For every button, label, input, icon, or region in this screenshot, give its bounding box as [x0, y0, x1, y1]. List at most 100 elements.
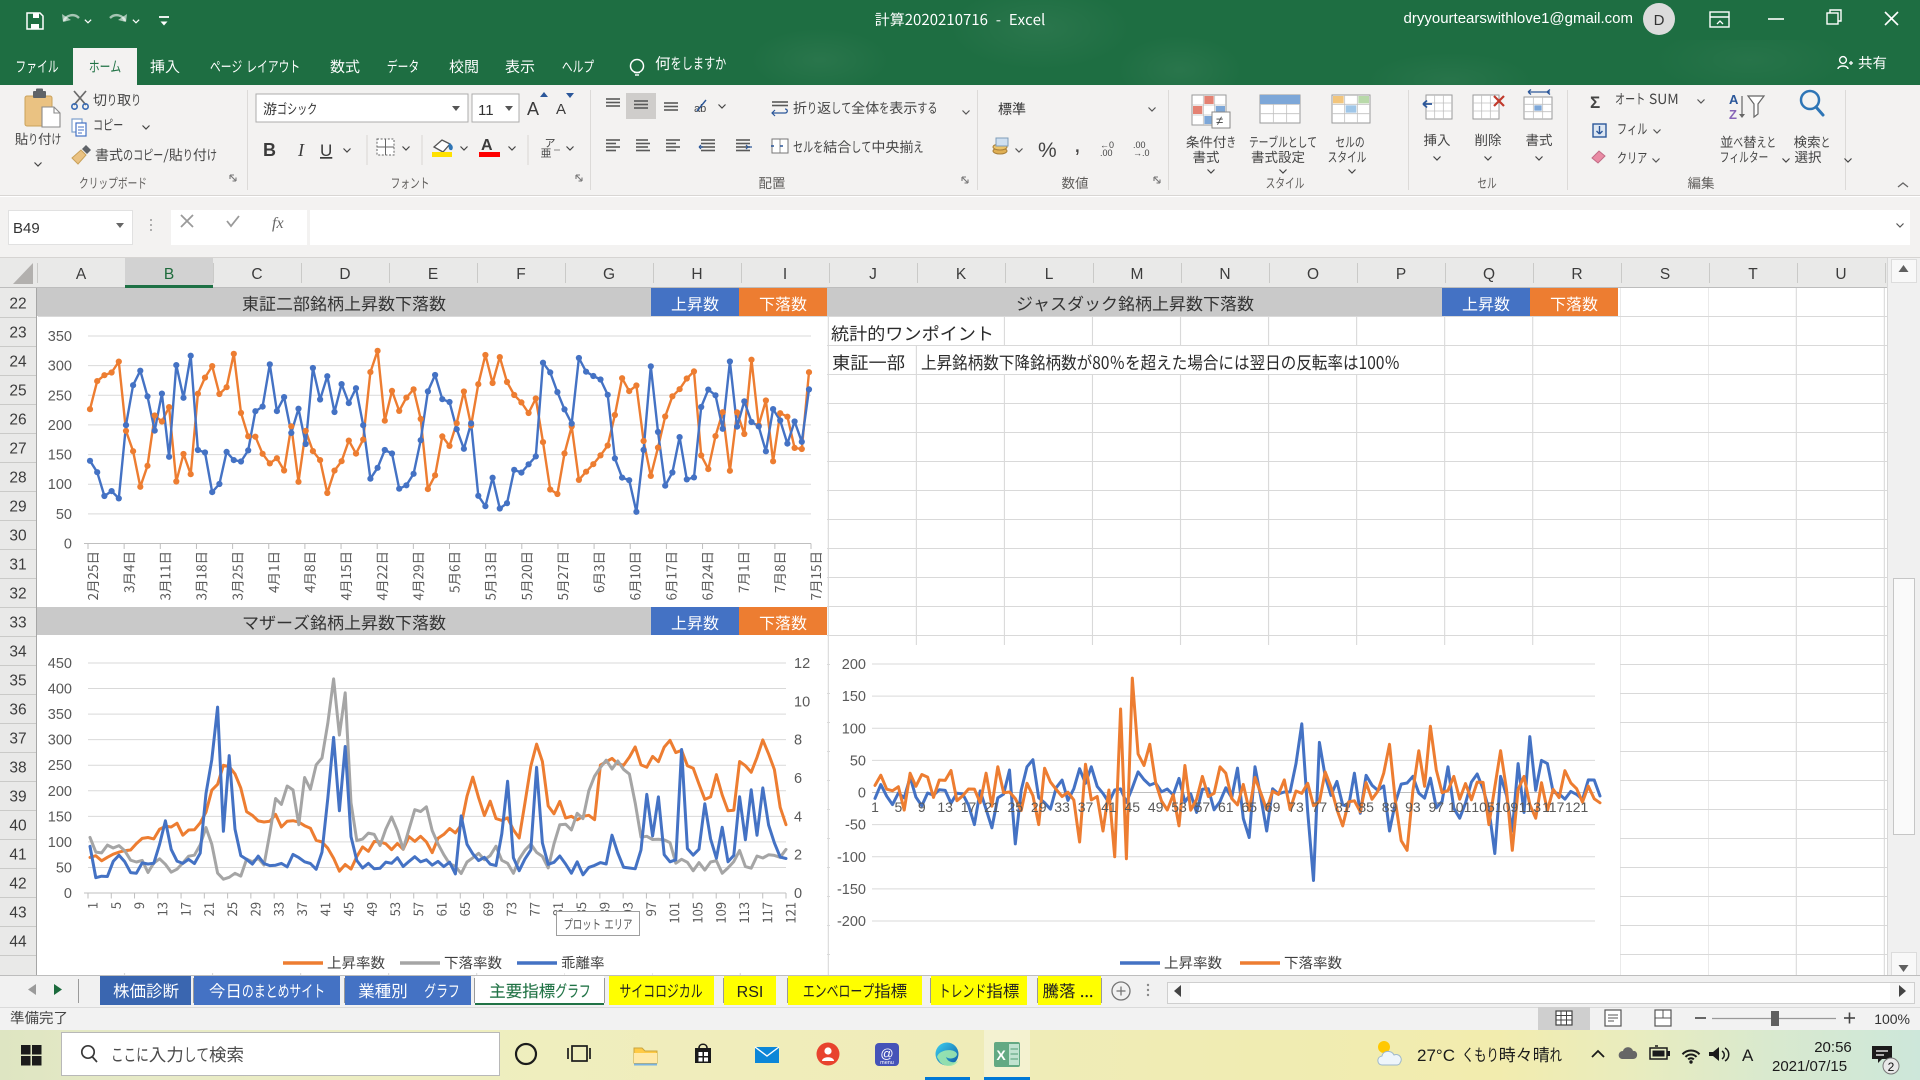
svg-text:29: 29 — [1031, 799, 1047, 815]
svg-text:49: 49 — [1148, 799, 1164, 815]
svg-text:B49: B49 — [13, 220, 40, 237]
svg-text:50: 50 — [56, 507, 72, 523]
svg-text:200: 200 — [48, 418, 72, 434]
svg-text:Q: Q — [1483, 266, 1495, 283]
svg-text:73: 73 — [1288, 799, 1304, 815]
svg-text:0: 0 — [858, 786, 866, 802]
svg-text:100%: 100% — [1874, 1011, 1910, 1027]
svg-text:33: 33 — [9, 615, 26, 632]
svg-text:50: 50 — [850, 753, 866, 769]
svg-text:20:56: 20:56 — [1814, 1039, 1852, 1056]
svg-text:97: 97 — [1429, 799, 1445, 815]
svg-text:-200: -200 — [837, 914, 866, 930]
svg-text:350: 350 — [48, 707, 72, 723]
svg-text:53: 53 — [1171, 799, 1187, 815]
svg-text:45: 45 — [1124, 799, 1140, 815]
svg-text:12: 12 — [794, 656, 810, 672]
svg-text:RSI: RSI — [737, 984, 764, 1001]
svg-text:33: 33 — [1054, 799, 1070, 815]
svg-text:42: 42 — [9, 876, 26, 893]
svg-text:-50: -50 — [845, 818, 866, 834]
svg-text:300: 300 — [48, 359, 72, 375]
svg-text:B: B — [164, 266, 174, 283]
svg-text:P: P — [1396, 266, 1406, 283]
svg-text:B: B — [263, 140, 276, 160]
svg-text:fx: fx — [272, 215, 284, 232]
svg-text:50: 50 — [56, 860, 72, 876]
svg-text:117: 117 — [1542, 799, 1565, 815]
svg-text:4: 4 — [794, 809, 802, 825]
svg-text:I: I — [297, 140, 305, 160]
svg-text:I: I — [783, 266, 787, 283]
svg-text:ab: ab — [694, 103, 706, 115]
svg-text:44: 44 — [9, 934, 27, 951]
svg-text:A: A — [1742, 1046, 1754, 1065]
svg-text:A: A — [527, 99, 539, 119]
svg-text:E: E — [428, 266, 438, 283]
svg-text:150: 150 — [842, 689, 866, 705]
svg-text:61: 61 — [1218, 799, 1234, 815]
svg-text:≠: ≠ — [1216, 113, 1223, 128]
svg-text:28: 28 — [9, 470, 26, 487]
svg-text:D: D — [339, 266, 350, 283]
svg-text:A: A — [556, 101, 566, 118]
svg-text:37: 37 — [1078, 799, 1094, 815]
svg-text:150: 150 — [48, 448, 72, 464]
svg-text:U: U — [320, 141, 332, 160]
svg-text:109: 109 — [1495, 799, 1519, 815]
svg-text:G: G — [603, 266, 615, 283]
svg-text:85: 85 — [1358, 799, 1374, 815]
svg-text:5: 5 — [894, 799, 902, 815]
svg-text:350: 350 — [48, 329, 72, 345]
svg-text:2021/07/15: 2021/07/15 — [1772, 1058, 1847, 1075]
svg-text:450: 450 — [48, 656, 72, 672]
svg-text:S: S — [1660, 266, 1670, 283]
svg-text:65: 65 — [1241, 799, 1257, 815]
svg-text:2: 2 — [1888, 1060, 1895, 1074]
svg-text:24: 24 — [9, 354, 27, 371]
svg-text:-150: -150 — [837, 882, 866, 898]
svg-text:101: 101 — [1448, 799, 1472, 815]
svg-text:40: 40 — [9, 818, 27, 835]
svg-text:T: T — [1748, 266, 1758, 283]
svg-text:37: 37 — [9, 731, 26, 748]
svg-text:26: 26 — [9, 412, 26, 429]
svg-text:400: 400 — [48, 682, 72, 698]
svg-text:J: J — [869, 266, 877, 283]
svg-text:36: 36 — [9, 702, 26, 719]
svg-text:1: 1 — [871, 799, 879, 815]
svg-text:6: 6 — [794, 771, 802, 787]
svg-text:22: 22 — [9, 296, 26, 313]
svg-text:57: 57 — [1195, 799, 1211, 815]
svg-text:A: A — [1729, 92, 1739, 107]
svg-text:21: 21 — [984, 799, 1000, 815]
svg-text:200: 200 — [48, 784, 72, 800]
svg-text:8: 8 — [794, 733, 802, 749]
svg-text:C: C — [251, 266, 262, 283]
svg-text:113: 113 — [1519, 799, 1542, 815]
svg-text:%: % — [1038, 139, 1057, 162]
svg-text:A: A — [76, 266, 87, 283]
svg-text:27: 27 — [9, 441, 26, 458]
svg-text:27°C: 27°C — [1417, 1046, 1455, 1065]
svg-text:89: 89 — [1382, 799, 1398, 815]
svg-text:30: 30 — [9, 528, 27, 545]
svg-text:93: 93 — [1405, 799, 1421, 815]
svg-text:0: 0 — [794, 886, 802, 902]
svg-text:-100: -100 — [837, 850, 866, 866]
svg-text:A: A — [481, 137, 493, 154]
svg-text:69: 69 — [1265, 799, 1281, 815]
svg-text:100: 100 — [48, 835, 72, 851]
svg-text:M: M — [1131, 266, 1144, 283]
svg-text:O: O — [1307, 266, 1319, 283]
svg-text:U: U — [1835, 266, 1846, 283]
svg-text:11: 11 — [478, 102, 494, 119]
svg-text:Z: Z — [1729, 107, 1737, 122]
svg-text:32: 32 — [9, 586, 26, 603]
svg-text:41: 41 — [9, 847, 26, 864]
svg-text:35: 35 — [9, 673, 26, 690]
svg-text:25: 25 — [9, 383, 26, 400]
svg-text:81: 81 — [1335, 799, 1351, 815]
svg-text:150: 150 — [48, 809, 72, 825]
svg-text:Σ: Σ — [1590, 93, 1600, 112]
